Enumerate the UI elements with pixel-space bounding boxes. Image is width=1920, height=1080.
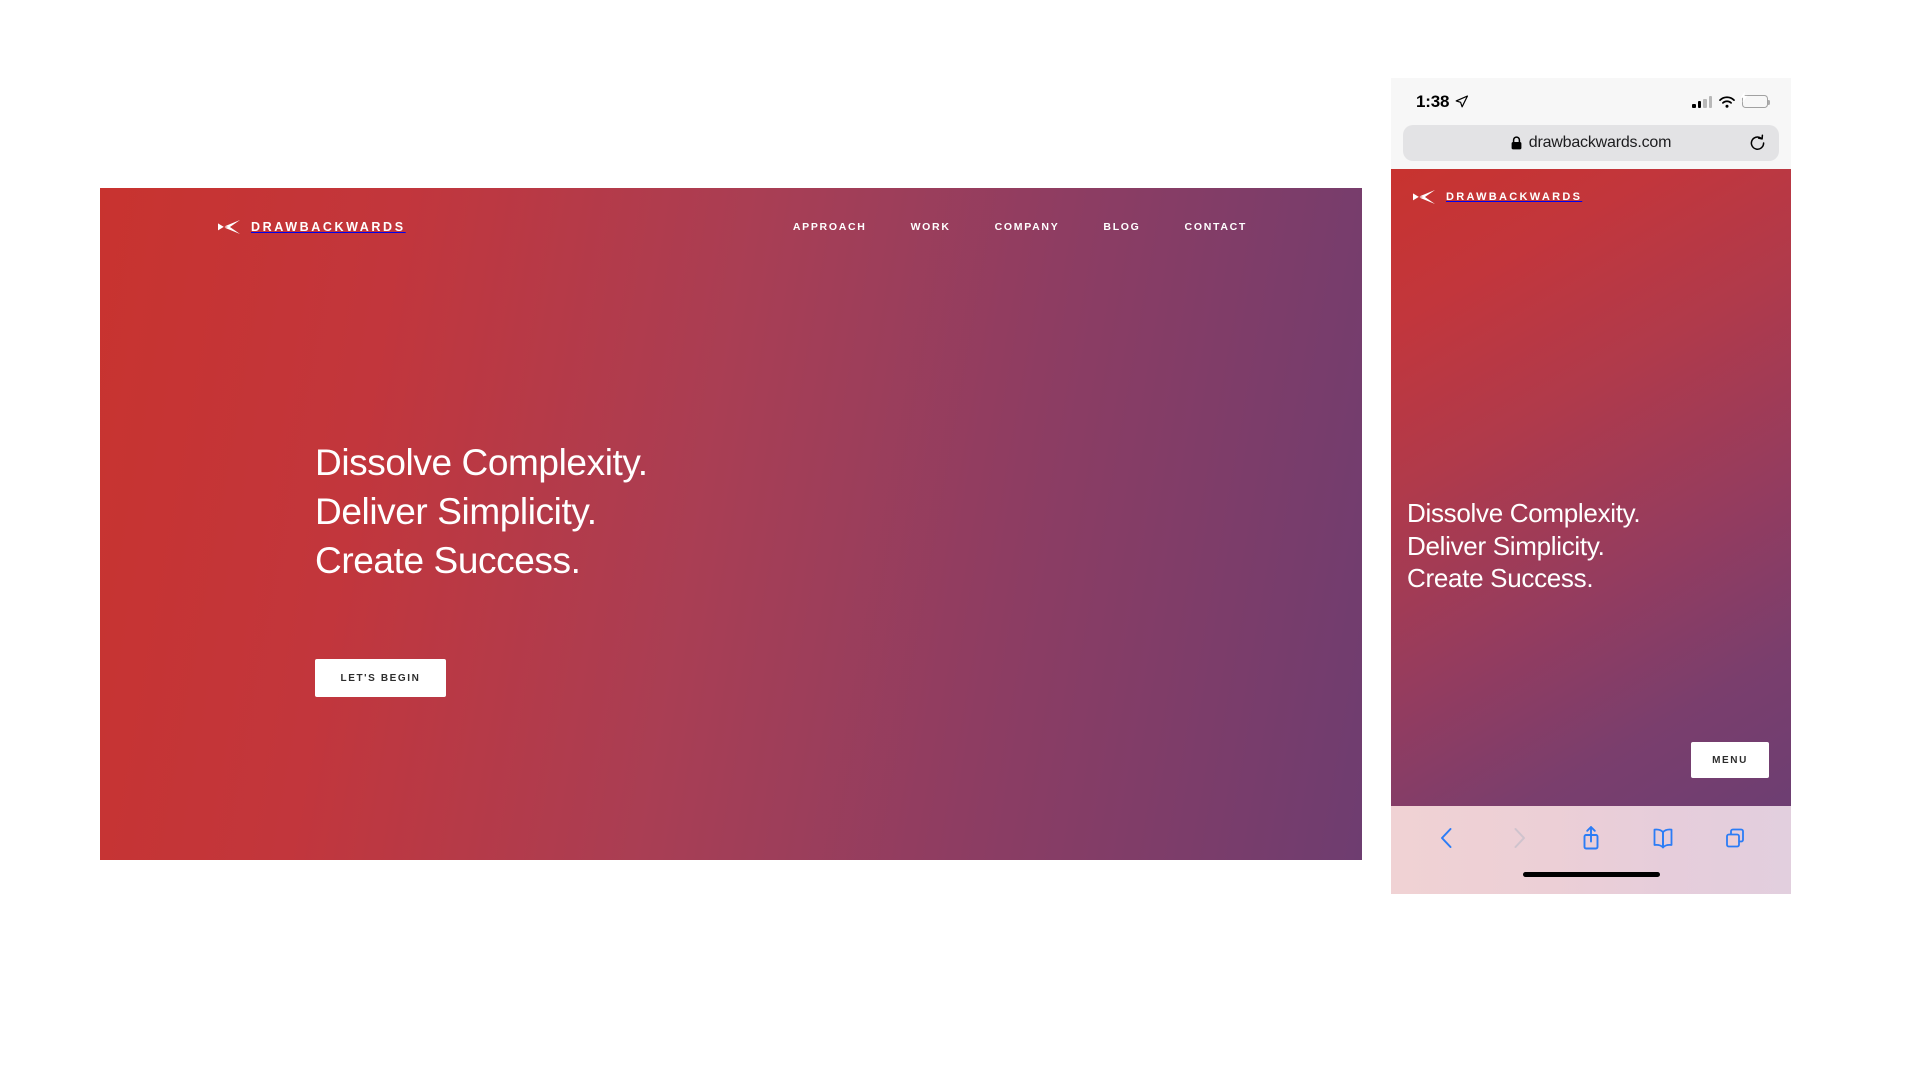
nav-item-work[interactable]: WORK xyxy=(911,221,951,233)
url-content: drawbackwards.com xyxy=(1511,134,1671,152)
desktop-nav: APPROACH WORK COMPANY BLOG CONTACT xyxy=(793,221,1247,233)
phone-headline-line-3: Create Success. xyxy=(1407,563,1594,593)
cellular-signal-icon xyxy=(1692,95,1712,108)
desktop-brand-name: DRAWBACKWARDS xyxy=(251,220,406,234)
chevron-left-icon[interactable] xyxy=(1434,824,1460,852)
headline-line-2: Deliver Simplicity. xyxy=(315,491,597,532)
menu-button[interactable]: MENU xyxy=(1691,742,1769,778)
phone-mockup: 1:38 drawbackwards.com DRAWBACKWARDS Dis… xyxy=(1391,78,1791,950)
phone-web-viewport: DRAWBACKWARDS Dissolve Complexity. Deliv… xyxy=(1391,169,1791,806)
screenshot-canvas: DRAWBACKWARDS APPROACH WORK COMPANY BLOG… xyxy=(0,0,1920,1080)
safari-bottom-toolbar xyxy=(1391,806,1791,869)
paper-plane-left-icon xyxy=(1413,190,1435,204)
lock-icon xyxy=(1511,136,1522,150)
book-icon[interactable] xyxy=(1650,824,1676,852)
desktop-brand-logo[interactable]: DRAWBACKWARDS xyxy=(218,219,406,235)
status-indicators xyxy=(1692,91,1771,108)
desktop-header: DRAWBACKWARDS APPROACH WORK COMPANY BLOG… xyxy=(100,188,1362,266)
status-time-group: 1:38 xyxy=(1416,91,1469,112)
lets-begin-button[interactable]: LET'S BEGIN xyxy=(315,659,446,697)
phone-brand-name: DRAWBACKWARDS xyxy=(1446,191,1583,203)
url-bar[interactable]: drawbackwards.com xyxy=(1403,125,1779,161)
wifi-icon xyxy=(1719,95,1735,108)
url-text: drawbackwards.com xyxy=(1528,134,1672,151)
battery-charging-icon xyxy=(1740,91,1771,108)
charging-bolt-icon xyxy=(1740,91,1748,103)
headline-line-1: Dissolve Complexity. xyxy=(315,442,648,483)
phone-headline-line-1: Dissolve Complexity. xyxy=(1407,498,1641,528)
nav-item-approach[interactable]: APPROACH xyxy=(793,221,867,233)
home-indicator-area xyxy=(1391,869,1791,894)
paper-plane-left-icon xyxy=(218,220,240,234)
phone-headline: Dissolve Complexity. Deliver Simplicity.… xyxy=(1407,497,1641,595)
phone-brand-logo[interactable]: DRAWBACKWARDS xyxy=(1413,189,1582,205)
desktop-hero-section: DRAWBACKWARDS APPROACH WORK COMPANY BLOG… xyxy=(100,188,1362,860)
phone-browser-chrome: drawbackwards.com xyxy=(1391,125,1791,169)
desktop-headline: Dissolve Complexity. Deliver Simplicity.… xyxy=(315,438,648,585)
status-time: 1:38 xyxy=(1416,91,1450,111)
tabs-icon[interactable] xyxy=(1722,824,1748,852)
nav-item-blog[interactable]: BLOG xyxy=(1103,221,1140,233)
phone-site-header: DRAWBACKWARDS xyxy=(1391,169,1791,225)
chevron-right-icon xyxy=(1514,827,1525,848)
phone-headline-line-2: Deliver Simplicity. xyxy=(1407,530,1605,561)
nav-item-company[interactable]: COMPANY xyxy=(995,221,1060,233)
share-icon[interactable] xyxy=(1578,824,1604,852)
phone-status-bar: 1:38 xyxy=(1391,78,1791,125)
nav-item-contact[interactable]: CONTACT xyxy=(1185,221,1247,233)
headline-line-3: Create Success. xyxy=(315,540,581,581)
desktop-hero-content: Dissolve Complexity. Deliver Simplicity.… xyxy=(315,438,648,697)
location-arrow-icon xyxy=(1455,95,1469,108)
home-indicator-bar[interactable] xyxy=(1522,872,1660,877)
reload-icon[interactable] xyxy=(1749,134,1766,152)
